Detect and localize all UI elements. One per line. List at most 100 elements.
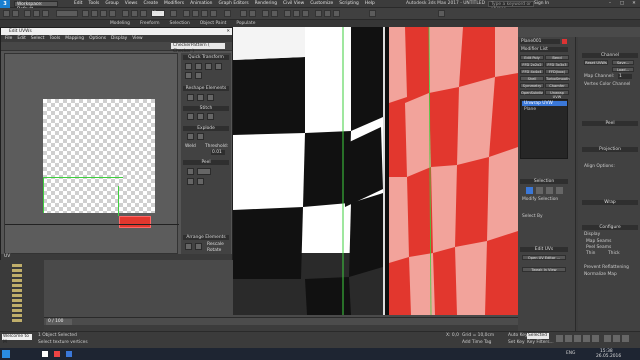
peel-seams-checkbox[interactable]: Peel Seams <box>586 245 611 250</box>
normalize-map-checkbox[interactable]: Normalize Map <box>584 272 617 277</box>
section-quick-transform[interactable]: Quick Transform <box>183 55 229 60</box>
opensubdiv-button[interactable]: OpenSubdiv <box>520 90 544 95</box>
ffd-4x4x4-button[interactable]: FFD 4x4x4 <box>520 69 544 74</box>
curve-editor-icon[interactable] <box>284 10 291 17</box>
flip-icon[interactable] <box>215 63 222 70</box>
select-rotate-icon[interactable] <box>131 10 138 17</box>
tweak-in-view-button[interactable]: Tweak In View <box>522 267 566 272</box>
time-slider[interactable]: 0 / 100 <box>44 317 518 325</box>
projection-rollout[interactable]: Projection <box>582 147 638 152</box>
layer-explorer-icon[interactable] <box>271 10 278 17</box>
menu-scripting[interactable]: Scripting <box>339 1 359 6</box>
menu-group[interactable]: Group <box>105 1 118 6</box>
load-button[interactable]: Load... <box>612 67 634 72</box>
threshold-input[interactable]: 0.01 <box>211 150 225 155</box>
window-crossing-icon[interactable] <box>109 10 116 17</box>
uv-menu-display[interactable]: Display <box>111 35 127 42</box>
rescale-label[interactable]: Rescale <box>207 242 224 247</box>
peel-rollout[interactable]: Peel <box>582 121 638 126</box>
detach-icon[interactable] <box>197 133 204 140</box>
add-time-tag-button[interactable]: Add Time Tag <box>462 340 491 345</box>
menu-rendering[interactable]: Rendering <box>255 1 277 6</box>
chamfer-button[interactable]: Chamfer <box>545 83 569 88</box>
render-setup-icon[interactable] <box>315 10 322 17</box>
select-by-name-icon[interactable] <box>91 10 98 17</box>
windows-start-icon[interactable] <box>2 350 10 358</box>
reset-uvws-button[interactable]: Reset UVWs <box>584 60 608 65</box>
object-name-field[interactable]: Plane001 <box>520 39 560 44</box>
auto-key-button[interactable]: Auto Key <box>508 333 528 338</box>
undo-icon[interactable] <box>3 10 10 17</box>
select-move-icon[interactable] <box>122 10 129 17</box>
uv-menu-select[interactable]: Select <box>31 35 45 42</box>
map-seams-checkbox[interactable]: Map Seams <box>586 239 611 244</box>
sign-in-link[interactable]: Sign In <box>534 0 549 8</box>
angle-snap-icon[interactable] <box>192 10 199 17</box>
keyboard-language[interactable]: ENG <box>566 351 575 356</box>
workspace-dropdown[interactable]: Workspace: Default <box>14 0 58 12</box>
pivot-center-icon[interactable] <box>170 10 177 17</box>
snaps-toggle-icon[interactable] <box>183 10 190 17</box>
menu-graph-editors[interactable]: Graph Editors <box>218 1 248 6</box>
pin-icon[interactable] <box>187 178 194 185</box>
open-uv-editor-button[interactable]: Open UV Editor ... <box>522 255 566 260</box>
uv-canvas[interactable] <box>4 53 179 254</box>
select-scale-icon[interactable] <box>140 10 147 17</box>
ffd-3x3x3-button[interactable]: FFD 3x3x3 <box>545 62 569 67</box>
clock-date[interactable]: 26.05.2016 <box>596 354 621 359</box>
stitch-custom-icon[interactable] <box>187 113 194 120</box>
wrap-rollout[interactable]: Wrap <box>582 200 638 205</box>
scene-item-list[interactable] <box>12 264 22 324</box>
file-explorer-icon[interactable] <box>42 351 48 357</box>
break-icon[interactable] <box>187 133 194 140</box>
rendered-frame-window-icon[interactable] <box>324 10 331 17</box>
uv-window-titlebar[interactable]: Edit UVWs ✕ <box>1 28 232 35</box>
bend-button[interactable]: Bend <box>545 55 569 60</box>
modifier-list-dropdown[interactable]: Modifier List <box>520 47 568 52</box>
unpin-icon[interactable] <box>197 178 204 185</box>
mirror-icon[interactable] <box>240 10 247 17</box>
menu-views[interactable]: Views <box>125 1 138 6</box>
uv-window-close-icon[interactable]: ✕ <box>226 28 230 35</box>
uv-menu-view[interactable]: View <box>132 35 142 42</box>
menu-modifiers[interactable]: Modifiers <box>164 1 184 6</box>
maximize-icon[interactable]: □ <box>616 0 628 8</box>
render-production-icon[interactable] <box>333 10 340 17</box>
close-icon[interactable]: ✕ <box>628 0 640 8</box>
help-icon[interactable] <box>438 10 445 17</box>
section-peel[interactable]: Peel <box>183 160 229 165</box>
go-to-start-icon[interactable] <box>556 335 563 342</box>
texture-dropdown[interactable]: CheckerPattern ( Checker ) <box>171 43 225 54</box>
perspective-viewport[interactable] <box>233 27 518 315</box>
select-object-icon[interactable] <box>82 10 89 17</box>
menu-edit[interactable]: Edit <box>74 1 83 6</box>
quick-peel-icon[interactable] <box>187 168 194 175</box>
polygon-mode-icon[interactable] <box>546 187 553 194</box>
stitch-average-icon[interactable] <box>207 113 214 120</box>
uv-menu-mapping[interactable]: Mapping <box>65 35 84 42</box>
unwrap-uvw-button[interactable]: Unwrap UVW <box>545 90 569 99</box>
set-pivot-icon[interactable] <box>185 72 192 79</box>
lscm-peel-icon[interactable] <box>197 168 211 175</box>
section-reshape-elements[interactable]: Reshape Elements <box>183 86 229 91</box>
x-coordinate[interactable]: X: 0,0 <box>446 333 459 338</box>
edge-mode-icon[interactable] <box>536 187 543 194</box>
scene-explorer-icon[interactable] <box>262 10 269 17</box>
menu-animation[interactable]: Animation <box>190 1 212 6</box>
thin-radio[interactable]: Thin <box>586 251 595 256</box>
vertex-color-channel-radio[interactable]: Vertex Color Channel <box>584 82 630 87</box>
edit-poly-button[interactable]: Edit Poly <box>520 55 544 60</box>
uv-menu-file[interactable]: File <box>5 35 12 42</box>
uv-menu-options[interactable]: Options <box>89 35 106 42</box>
orbit-icon[interactable] <box>622 335 629 342</box>
uv-selected-cluster[interactable] <box>119 216 151 228</box>
minimize-icon[interactable]: – <box>604 0 616 8</box>
a360-icon[interactable] <box>369 10 376 17</box>
symmetry-button[interactable]: Symmetry <box>520 83 544 88</box>
section-explode[interactable]: Explode <box>183 126 229 131</box>
maxscript-listener[interactable]: Welcome to M <box>2 334 32 345</box>
stitch-to-source-icon[interactable] <box>197 113 204 120</box>
set-key-button[interactable]: Set Key <box>508 340 525 345</box>
percent-snap-icon[interactable] <box>201 10 208 17</box>
selection-rollout[interactable]: Selection <box>520 179 568 184</box>
